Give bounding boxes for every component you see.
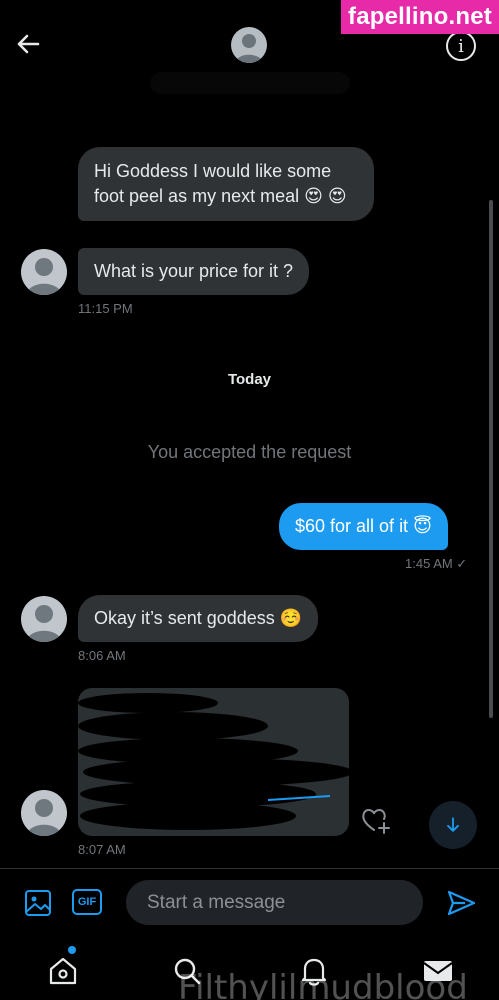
message-timestamp: 1:45 AM ✓ (405, 556, 467, 572)
message-bubble[interactable]: Okay it’s sent goddess ☺️ (78, 595, 319, 642)
sender-avatar[interactable] (21, 596, 67, 642)
message-text: $60 for all of it 😇 (295, 516, 432, 536)
message-bubble[interactable]: What is your price for it ? (78, 248, 310, 295)
message-bubble[interactable]: Hi Goddess I would like some foot peel a… (78, 147, 374, 221)
check-icon: ✓ (456, 556, 468, 571)
message-timestamp: 11:15 PM (78, 301, 133, 316)
send-icon (447, 890, 476, 916)
default-avatar-icon (26, 258, 62, 295)
media-attachment[interactable] (78, 688, 349, 836)
tab-home[interactable] (46, 954, 80, 988)
home-icon (49, 957, 77, 985)
info-button[interactable]: i (446, 31, 476, 61)
gif-button[interactable]: GIF (72, 889, 102, 915)
message-text: What is your price for it ? (94, 261, 294, 281)
default-avatar-icon (235, 34, 263, 63)
day-divider: Today (227, 371, 272, 388)
scrollbar[interactable] (489, 200, 493, 718)
watermark-username: Filthylilmudblood (178, 968, 468, 1000)
arrow-down-icon (447, 817, 459, 832)
send-button[interactable] (445, 887, 477, 919)
sender-avatar[interactable] (21, 790, 67, 836)
message-input[interactable] (126, 880, 423, 925)
hidden-username-area (150, 72, 350, 94)
timestamp-text: 1:45 AM (405, 556, 453, 571)
watermark-site: fapellino.net (341, 0, 499, 34)
header-avatar[interactable] (231, 27, 267, 63)
heart-plus-icon (362, 809, 390, 834)
outgoing-message-bubble[interactable]: $60 for all of it 😇 (279, 503, 448, 550)
message-timestamp: 8:07 AM (78, 842, 126, 857)
home-notification-badge (68, 946, 76, 954)
default-avatar-icon (26, 799, 62, 836)
back-button[interactable] (12, 28, 44, 60)
system-message: You accepted the request (147, 442, 352, 462)
add-reaction-button[interactable] (360, 804, 392, 836)
sender-avatar[interactable] (21, 249, 67, 295)
message-text: Okay it’s sent goddess ☺️ (94, 608, 303, 628)
default-avatar-icon (26, 605, 62, 642)
gif-label: GIF (77, 896, 97, 908)
redaction-scribble (78, 693, 349, 830)
scroll-to-bottom-button[interactable] (429, 801, 477, 849)
add-photo-button[interactable] (23, 888, 53, 918)
image-icon (25, 890, 51, 916)
message-timestamp: 8:06 AM (78, 648, 126, 663)
arrow-left-icon (17, 34, 40, 54)
info-circle-icon: i (458, 35, 464, 57)
message-text: Hi Goddess I would like some foot peel a… (94, 161, 347, 206)
